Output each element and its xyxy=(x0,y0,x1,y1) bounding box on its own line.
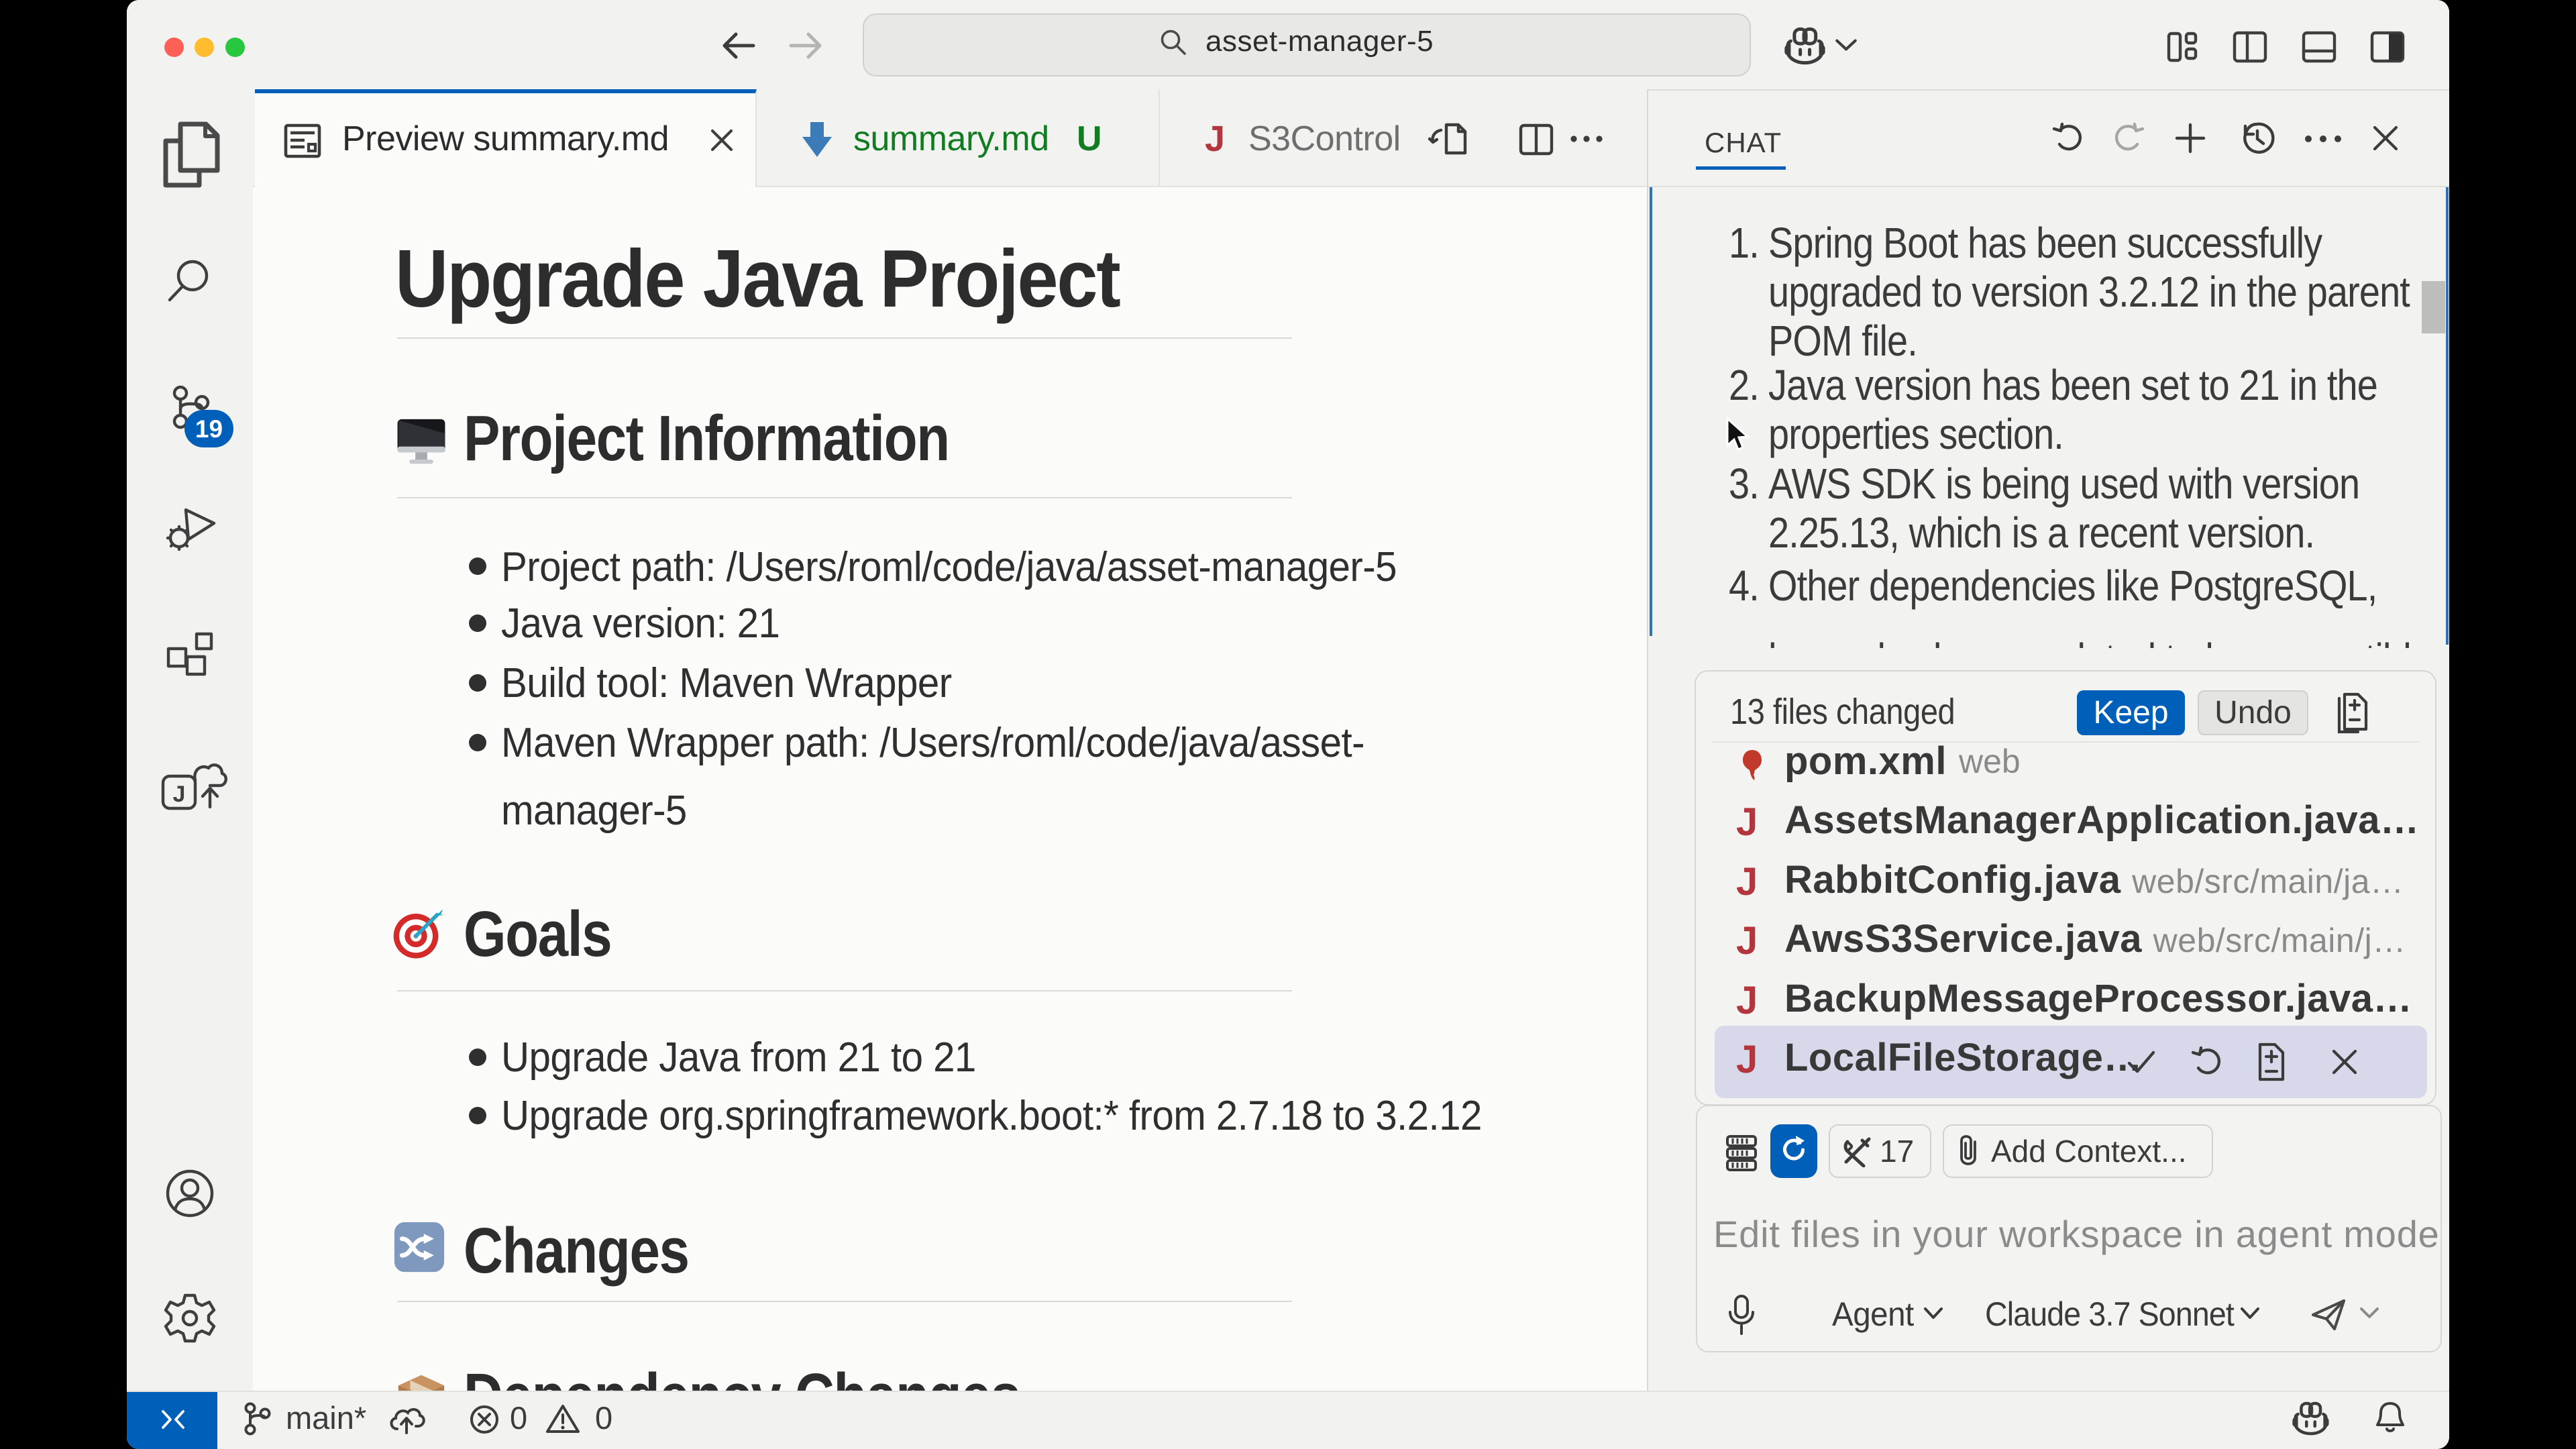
svg-text:J: J xyxy=(173,782,186,807)
